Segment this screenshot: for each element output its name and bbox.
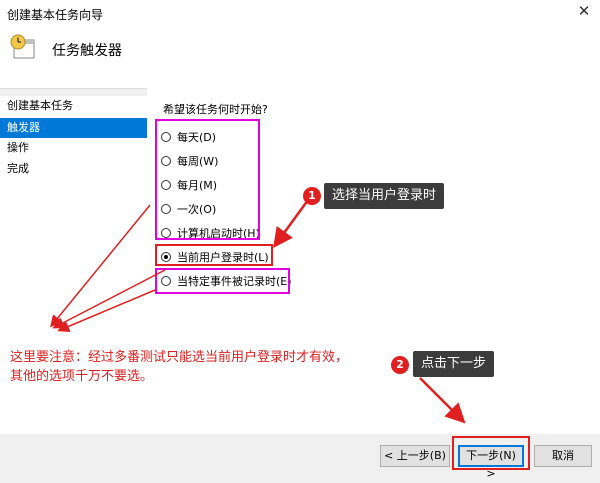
- highlight-box-logon: [155, 244, 273, 266]
- cancel-button[interactable]: 取消: [534, 445, 592, 467]
- warning-note-line-1: 这里要注意：经过多番测试只能选当前用户登录时才有效，: [10, 350, 349, 365]
- highlight-box-other-options: [155, 119, 260, 240]
- warning-note: 这里要注意：经过多番测试只能选当前用户登录时才有效， 其他的选项千万不要选。: [10, 348, 348, 386]
- close-icon[interactable]: ✕: [576, 3, 592, 19]
- step-trigger[interactable]: 触发器: [0, 118, 147, 138]
- wizard-header: 任务触发器: [0, 28, 600, 89]
- title-bar: 创建基本任务向导 ✕: [0, 0, 600, 28]
- step-action[interactable]: 操作: [0, 138, 147, 158]
- page-title: 任务触发器: [52, 43, 122, 59]
- question-label: 希望该任务何时开始?: [163, 103, 268, 116]
- step-badge-2: 2: [391, 356, 409, 374]
- next-button[interactable]: 下一步(N) >: [458, 445, 524, 480]
- highlight-box-event: [155, 268, 290, 294]
- task-clock-icon: [10, 34, 35, 59]
- step-create-basic-task[interactable]: 创建基本任务: [0, 96, 147, 116]
- back-button[interactable]: < 上一步(B): [380, 445, 450, 467]
- step-finish[interactable]: 完成: [0, 159, 147, 179]
- callout-click-next: 点击下一步: [413, 351, 495, 377]
- warning-note-line-2: 其他的选项千万不要选。: [10, 369, 154, 384]
- step-badge-1: 1: [303, 187, 321, 205]
- window-title: 创建基本任务向导: [7, 8, 104, 22]
- callout-select-logon: 选择当用户登录时: [324, 183, 445, 209]
